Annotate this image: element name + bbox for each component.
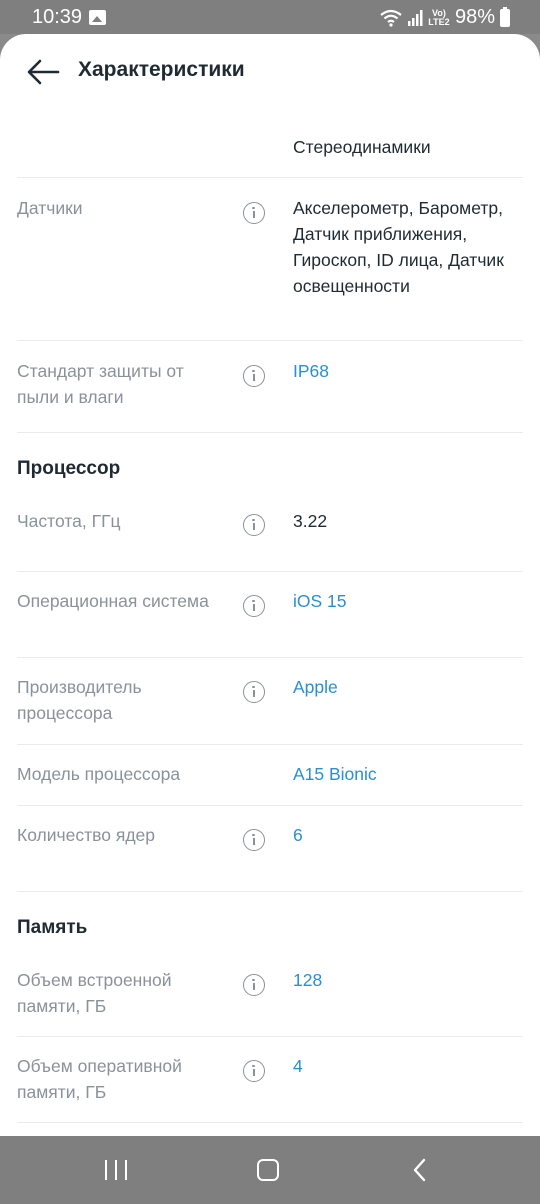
spec-label: Стандарт защиты от пыли и влаги: [17, 361, 184, 407]
wifi-icon: [380, 9, 402, 27]
spec-row: Стереодинамики: [17, 110, 523, 178]
spec-value: Стереодинамики: [293, 137, 431, 157]
spec-value-link[interactable]: 6: [293, 822, 525, 848]
spec-row-os: Операционная система iOS 15: [17, 572, 523, 658]
specs-sheet: Характеристики Стереодинамики Датчики Ак…: [0, 34, 540, 1136]
info-icon[interactable]: [243, 202, 265, 224]
battery-icon: [500, 6, 510, 27]
home-icon[interactable]: [257, 1159, 279, 1181]
info-icon[interactable]: [243, 1060, 265, 1082]
spec-row-protection: Стандарт защиты от пыли и влаги IP68: [17, 341, 523, 433]
nav-back-icon[interactable]: [410, 1158, 430, 1182]
spec-label: Объем оперативной памяти, ГБ: [17, 1056, 182, 1102]
system-nav-bar: [0, 1136, 540, 1204]
signal-icon: [407, 9, 423, 26]
info-icon[interactable]: [243, 829, 265, 851]
battery-percent: 98%: [454, 6, 495, 28]
info-icon[interactable]: [243, 974, 265, 996]
spec-value-link[interactable]: iOS 15: [293, 588, 525, 614]
spec-row-cpu-vendor: Производитель процессора Apple: [17, 658, 523, 745]
spec-label: Производитель процессора: [17, 677, 142, 723]
spec-label: Датчики: [17, 198, 83, 218]
info-icon[interactable]: [243, 595, 265, 617]
spec-value-link[interactable]: Apple: [293, 674, 525, 700]
spec-value-link[interactable]: 128: [293, 967, 525, 993]
status-indicators: Vo) LTE2 98%: [380, 6, 510, 29]
info-icon[interactable]: [243, 681, 265, 703]
spec-row-storage: Объем встроенной памяти, ГБ 128: [17, 951, 523, 1037]
spec-label: Объем встроенной памяти, ГБ: [17, 970, 172, 1016]
spec-value-link[interactable]: A15 Bionic: [293, 761, 525, 787]
spec-label: Модель процессора: [17, 764, 181, 784]
spec-label: Частота, ГГц: [17, 511, 121, 531]
spec-value-link[interactable]: IP68: [293, 358, 525, 384]
page-title: Характеристики: [78, 58, 245, 81]
spec-value: 3.22: [293, 511, 328, 531]
recent-apps-icon[interactable]: [105, 1160, 129, 1180]
spec-row-sensors: Датчики Акселерометр, Барометр, Датчик п…: [17, 178, 523, 341]
spec-value: Акселерометр, Барометр, Датчик приближен…: [293, 198, 504, 296]
header: Характеристики: [0, 34, 540, 110]
gallery-notification-icon: [89, 10, 106, 25]
info-icon[interactable]: [243, 514, 265, 536]
spec-row-cores: Количество ядер 6: [17, 806, 523, 892]
spec-row-cpu-model: Модель процессора A15 Bionic: [17, 745, 523, 806]
status-bar: 10:39 Vo) LTE2 98%: [0, 0, 540, 34]
spec-row-frequency: Частота, ГГц 3.22: [17, 495, 523, 572]
spec-row-ram: Объем оперативной памяти, ГБ 4: [17, 1037, 523, 1123]
info-icon[interactable]: [243, 365, 265, 387]
section-title-processor: Процессор: [17, 458, 121, 479]
spec-label: Операционная система: [17, 591, 209, 611]
section-title-memory: Память: [17, 917, 88, 938]
status-time: 10:39: [32, 6, 83, 28]
spec-label: Количество ядер: [17, 825, 155, 845]
back-arrow-icon[interactable]: [24, 54, 64, 90]
lte-icon: Vo) LTE2: [428, 7, 450, 27]
spec-value-link[interactable]: 4: [293, 1053, 525, 1079]
